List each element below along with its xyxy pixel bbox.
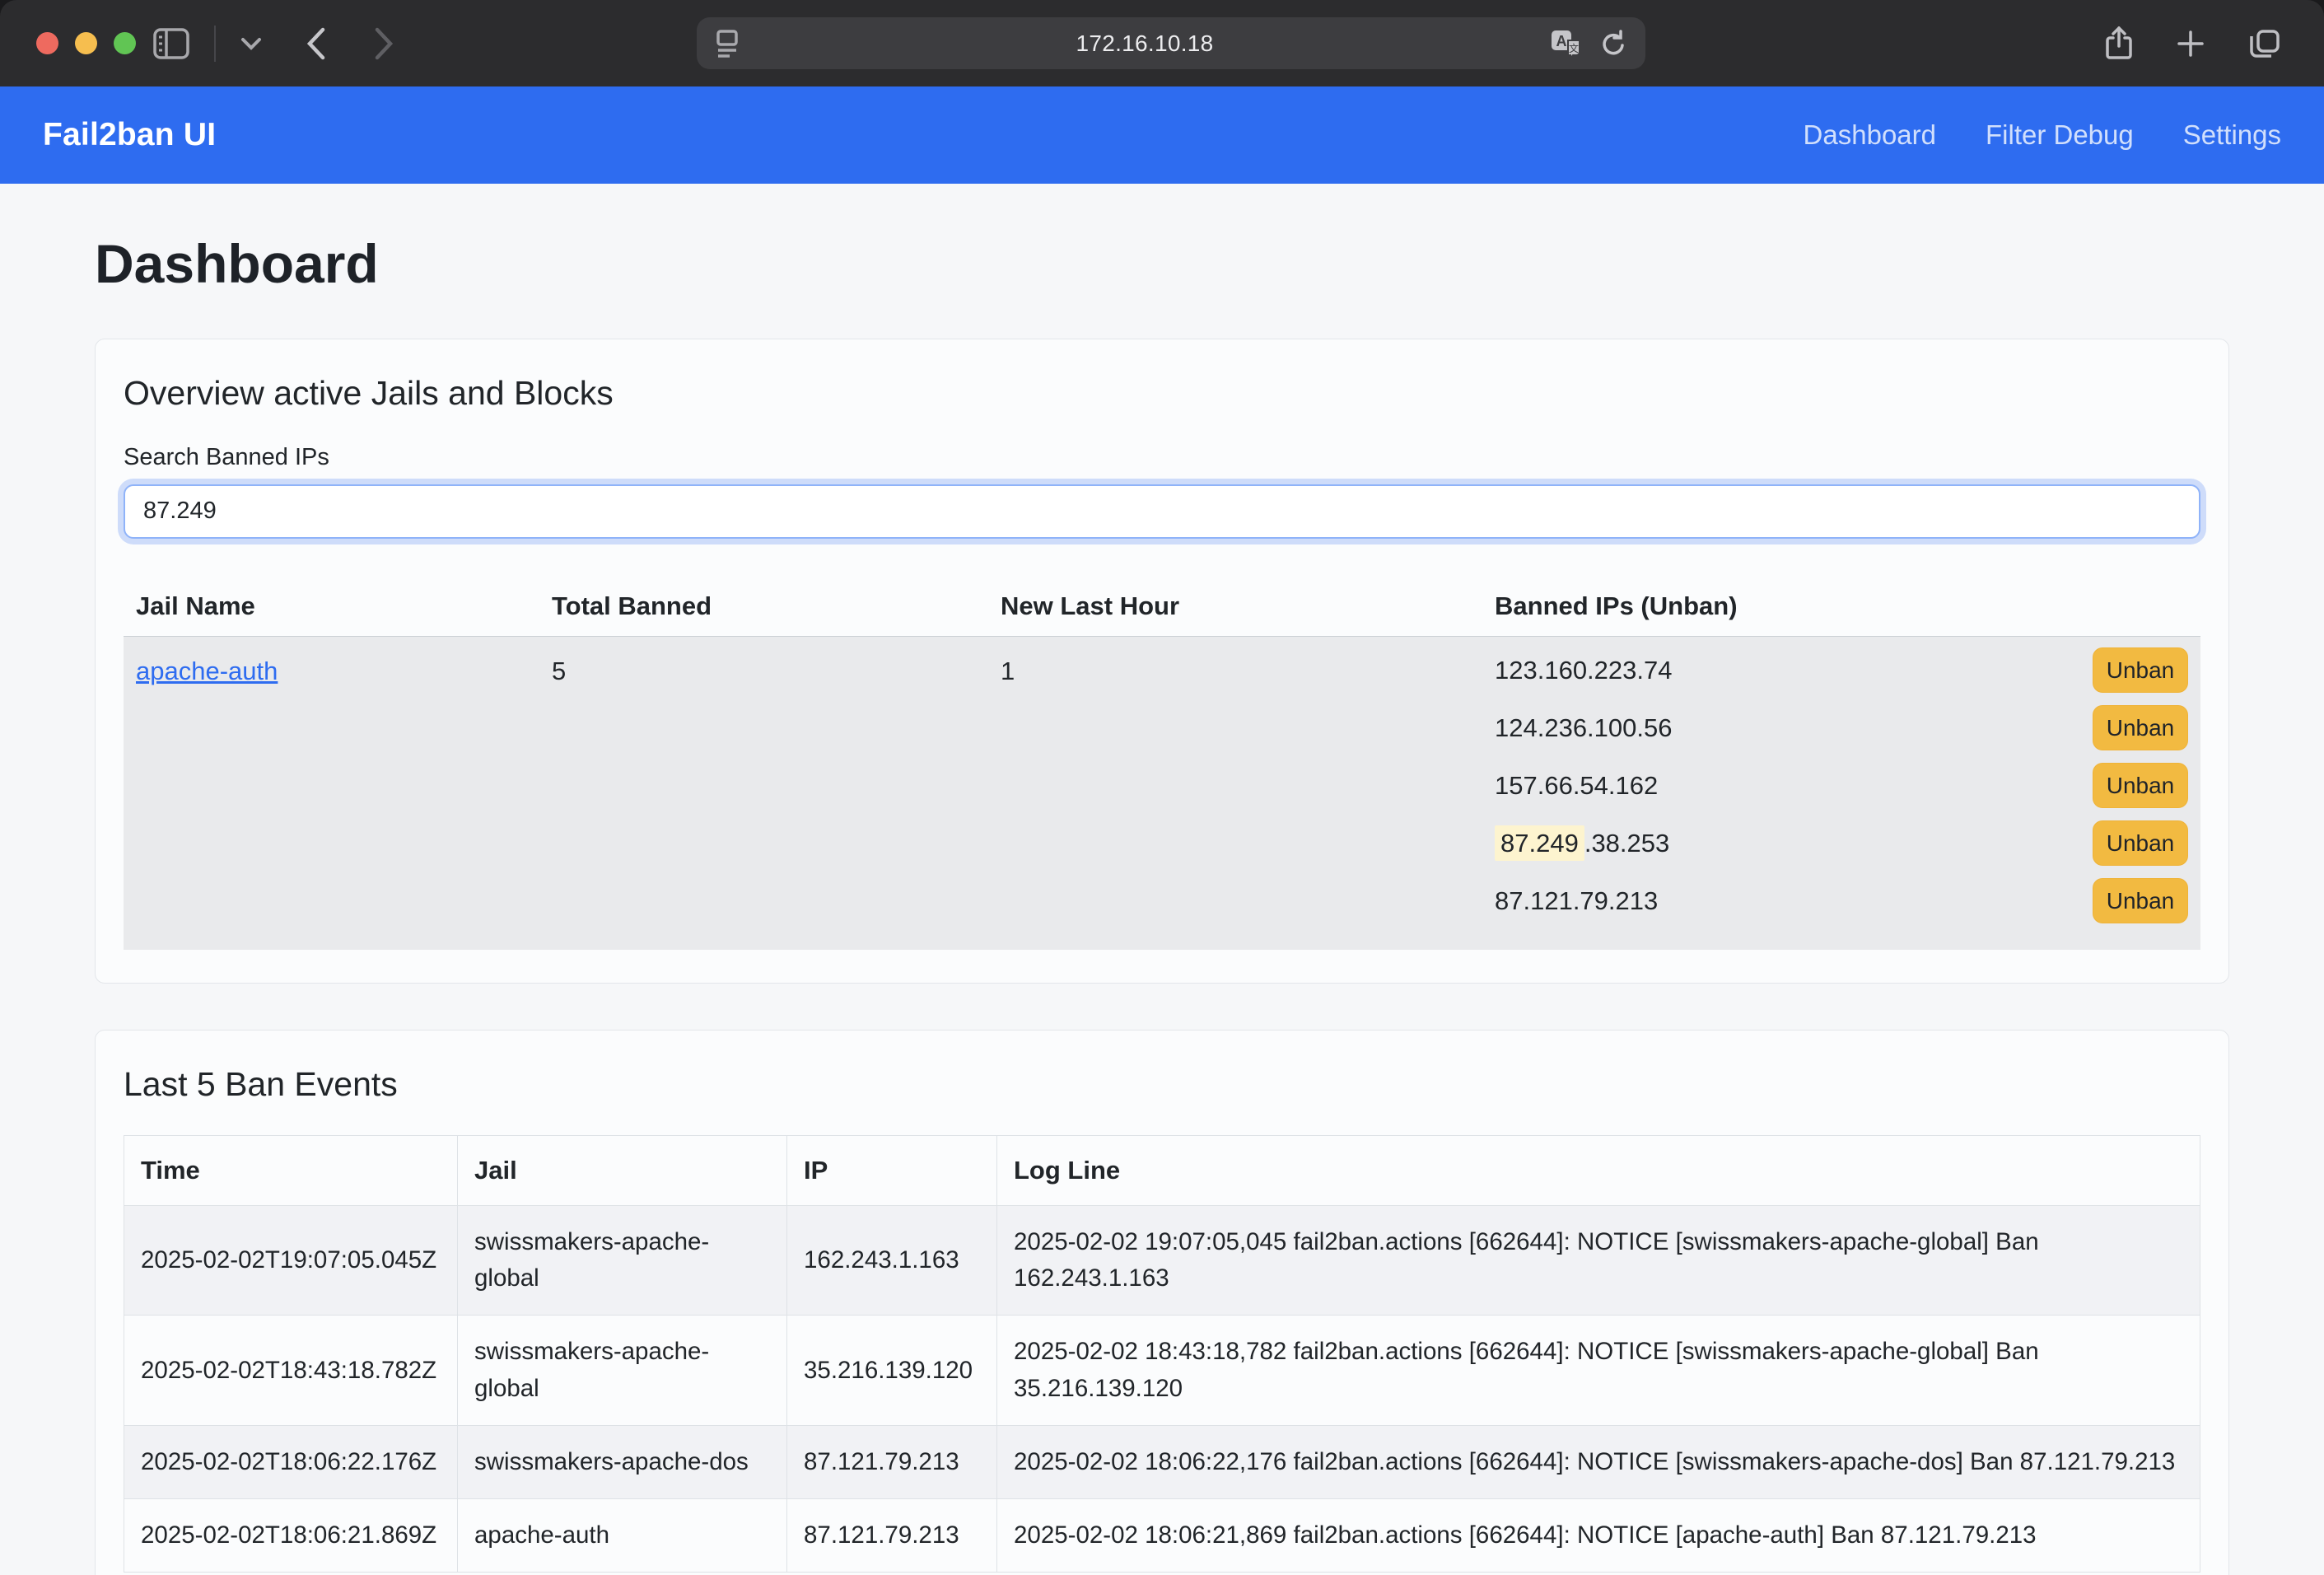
ban-events-header-row: Time Jail IP Log Line [124,1135,2200,1205]
banned-ip-item: 87.121.79.213 Unban [1495,872,2188,930]
banned-ip-address: 124.236.100.56 [1495,713,1673,743]
overview-card-title: Overview active Jails and Blocks [124,374,2200,413]
svg-text:文: 文 [1569,42,1579,54]
banned-ip-list: 123.160.223.74 Unban 124.236.100.56 Unba… [1482,637,2200,950]
event-ip: 35.216.139.120 [787,1316,997,1426]
page-title: Dashboard [95,233,2229,296]
event-log-line: 2025-02-02 18:06:22,176 fail2ban.actions… [997,1425,2200,1498]
traffic-lights [36,0,136,86]
url-text[interactable]: 172.16.10.18 [740,30,1550,57]
unban-button[interactable]: Unban [2093,705,2188,750]
sidebar-toggle-icon[interactable] [153,28,189,59]
share-icon[interactable] [2105,26,2133,61]
table-row: 2025-02-02T18:06:21.869Z apache-auth 87.… [124,1499,2200,1573]
unban-button[interactable]: Unban [2093,763,2188,808]
ban-events-body: 2025-02-02T19:07:05.045Z swissmakers-apa… [124,1205,2200,1573]
jail-name-link[interactable]: apache-auth [136,657,278,685]
jails-table: Jail Name Total Banned New Last Hour Ban… [124,577,2200,950]
nav-link[interactable]: Dashboard [1804,119,1936,151]
brand[interactable]: Fail2ban UI [43,117,216,153]
search-banned-ips-label: Search Banned IPs [124,444,2200,471]
event-time: 2025-02-02T18:43:18.782Z [124,1316,458,1426]
reload-icon[interactable] [1599,29,1627,58]
jail-total-banned: 5 [539,637,988,950]
ban-events-card-title: Last 5 Ban Events [124,1065,2200,1104]
event-jail: apache-auth [458,1499,787,1573]
banned-ip-address: 87.249.38.253 [1495,829,1669,858]
event-jail: swissmakers-apache-dos [458,1425,787,1498]
col-header-total-banned: Total Banned [539,577,988,636]
table-row: 2025-02-02T19:07:05.045Z swissmakers-apa… [124,1205,2200,1316]
tab-overview-icon[interactable] [2248,28,2281,59]
toolbar-divider [214,26,216,62]
event-jail: swissmakers-apache-global [458,1316,787,1426]
svg-text:A: A [1556,33,1567,49]
chevron-down-icon[interactable] [240,37,262,50]
close-window-button[interactable] [36,32,58,54]
banned-ip-address: 123.160.223.74 [1495,656,1673,685]
jail-new-last-hour: 1 [988,637,1482,950]
event-log-line: 2025-02-02 19:07:05,045 fail2ban.actions… [997,1205,2200,1316]
col-header-time: Time [124,1135,458,1205]
banned-ip-item: 123.160.223.74 Unban [1495,642,2188,699]
event-log-line: 2025-02-02 18:43:18,782 fail2ban.actions… [997,1316,2200,1426]
ban-events-table: Time Jail IP Log Line 2025-02-02T19:07:0… [124,1135,2200,1573]
unban-button[interactable]: Unban [2093,647,2188,693]
browser-chrome: 172.16.10.18 A 文 [0,0,2324,86]
col-header-new-last-hour: New Last Hour [988,577,1482,636]
minimize-window-button[interactable] [75,32,97,54]
ban-events-card: Last 5 Ban Events Time Jail IP Log Line … [95,1030,2229,1575]
event-time: 2025-02-02T18:06:21.869Z [124,1499,458,1573]
fullscreen-window-button[interactable] [114,32,136,54]
col-header-banned-ips: Banned IPs (Unban) [1482,577,2200,636]
page-content: Dashboard Overview active Jails and Bloc… [0,184,2324,1575]
unban-button[interactable]: Unban [2093,878,2188,923]
col-header-jail: Jail [458,1135,787,1205]
jails-table-header: Jail Name Total Banned New Last Hour Ban… [124,577,2200,637]
col-header-jail-name: Jail Name [124,577,539,636]
banned-ip-item: 157.66.54.162 Unban [1495,757,2188,815]
banned-ip-item: 87.249.38.253 Unban [1495,815,2188,872]
banned-ip-item: 124.236.100.56 Unban [1495,699,2188,757]
event-time: 2025-02-02T19:07:05.045Z [124,1205,458,1316]
reader-view-icon[interactable] [715,29,740,58]
col-header-log-line: Log Line [997,1135,2200,1205]
unban-button[interactable]: Unban [2093,820,2188,866]
search-banned-ips-input[interactable] [124,484,2200,539]
event-time: 2025-02-02T18:06:22.176Z [124,1425,458,1498]
nav-links: Dashboard Filter Debug Settings [1804,119,2281,151]
forward-button[interactable] [374,27,394,60]
event-ip: 87.121.79.213 [787,1425,997,1498]
banned-ip-address: 157.66.54.162 [1495,771,1658,801]
jail-row: apache-auth 5 1 123.160.223.74 Unban 124… [124,637,2200,950]
new-tab-icon[interactable] [2176,29,2205,58]
table-row: 2025-02-02T18:06:22.176Z swissmakers-apa… [124,1425,2200,1498]
address-bar[interactable]: 172.16.10.18 A 文 [697,17,1645,69]
overview-card: Overview active Jails and Blocks Search … [95,339,2229,984]
nav-link[interactable]: Settings [2183,119,2281,151]
back-button[interactable] [306,27,326,60]
event-jail: swissmakers-apache-global [458,1205,787,1316]
translate-icon[interactable]: A 文 [1550,29,1583,58]
col-header-ip: IP [787,1135,997,1205]
app-navbar: Fail2ban UI Dashboard Filter Debug Setti… [0,86,2324,184]
event-ip: 162.243.1.163 [787,1205,997,1316]
search-match-highlight: 87.249 [1495,825,1584,861]
nav-link[interactable]: Filter Debug [1986,119,2134,151]
banned-ip-address: 87.121.79.213 [1495,886,1658,916]
table-row: 2025-02-02T18:43:18.782Z swissmakers-apa… [124,1316,2200,1426]
event-ip: 87.121.79.213 [787,1499,997,1573]
event-log-line: 2025-02-02 18:06:21,869 fail2ban.actions… [997,1499,2200,1573]
